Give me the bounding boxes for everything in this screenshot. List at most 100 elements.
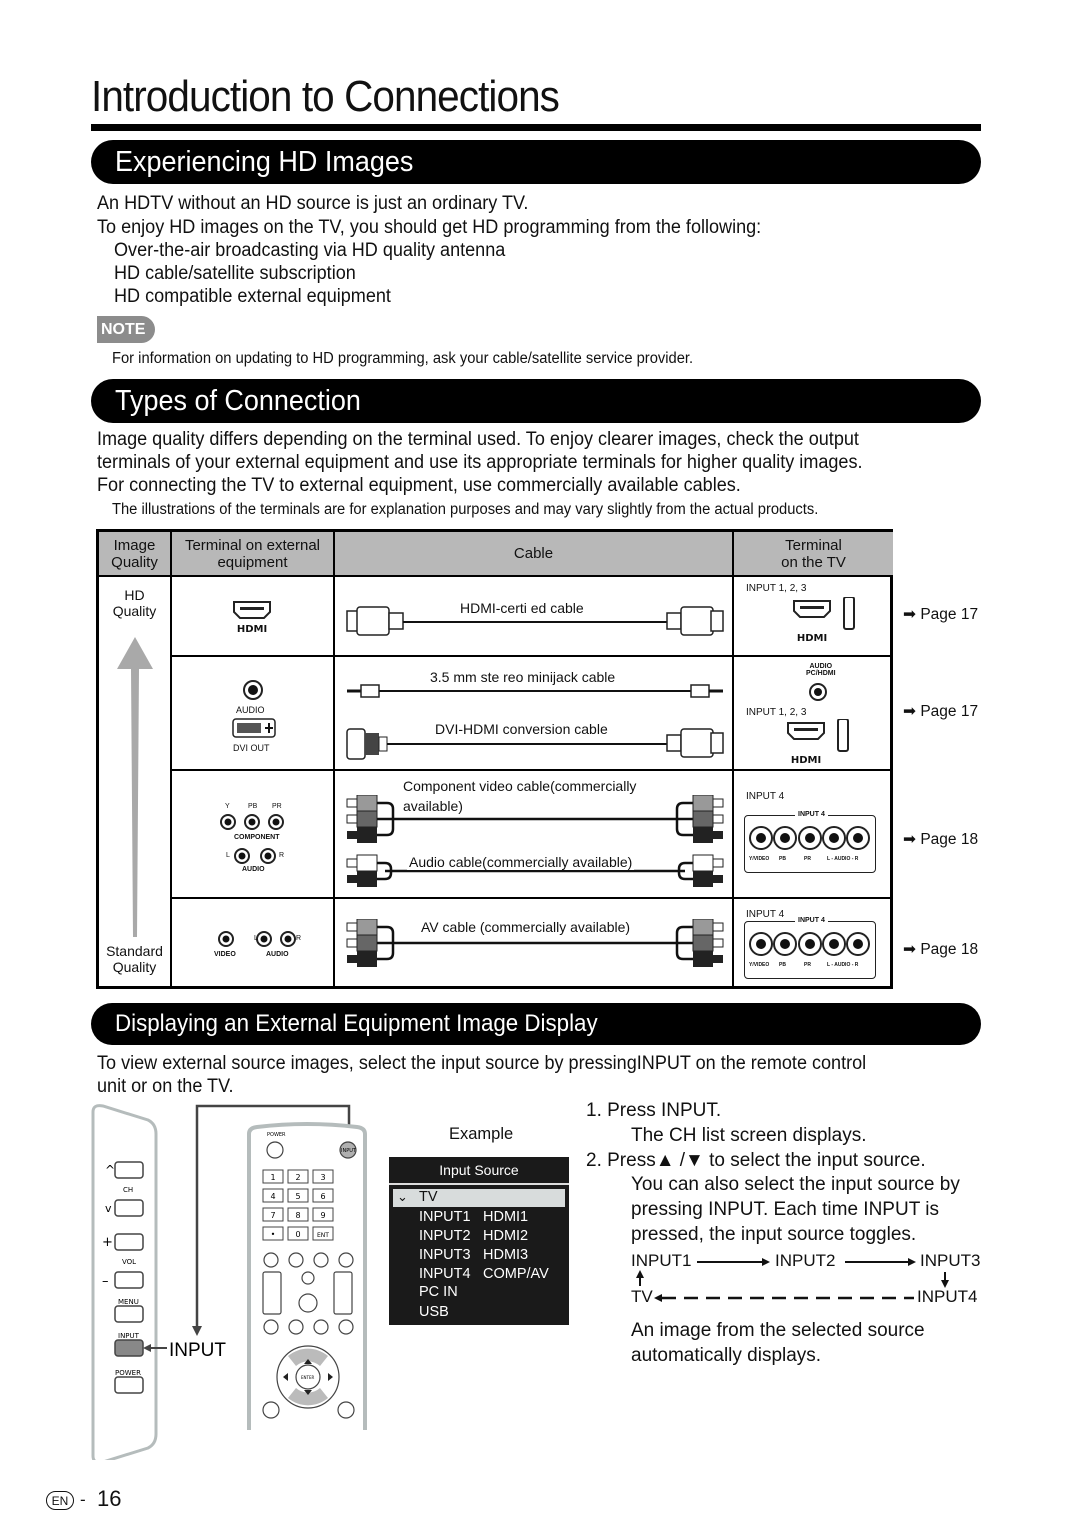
connection-table: Image Quality Terminal on external equipme… (96, 529, 893, 989)
menu-title: Input Source (389, 1157, 569, 1185)
ch-down-button[interactable] (114, 1199, 144, 1217)
menu-item-pc-in[interactable]: PC IN (419, 1284, 458, 1300)
button-label: INPUT (118, 1332, 140, 1340)
keypad-label: • (271, 1230, 276, 1239)
ch-up-icon: ^ (105, 1163, 115, 1177)
page-ref-link[interactable]: ➡ Page 17 (903, 702, 978, 721)
keypad-label: 6 (320, 1192, 325, 1201)
arrow-right-icon: ➡ (903, 703, 916, 720)
audio-label: AUDIO (266, 951, 289, 958)
input-button[interactable] (114, 1339, 144, 1357)
panel-label: L - AUDIO - R (827, 962, 859, 968)
vol-down-button[interactable] (114, 1271, 144, 1289)
remote-power-button[interactable] (266, 1141, 284, 1159)
types-paragraph-line: Image quality differs depending on the t… (97, 429, 859, 450)
row-component-external: Y PB PR COMPONENT L R AUDIO (172, 771, 335, 899)
page-ref-text: Page 18 (920, 831, 979, 848)
keypad-label: 1 (270, 1173, 275, 1182)
menu-item-input3[interactable]: INPUT3 (419, 1247, 471, 1263)
ch-up-button[interactable] (114, 1161, 144, 1179)
step-2-sub: pressed, the input source toggles. (631, 1224, 917, 1245)
plus-icon: + (102, 1235, 113, 1250)
quality-column: HD Quality Standard Quality (99, 577, 172, 986)
panel-label: PB (779, 856, 786, 862)
keypad-label: ENT (317, 1232, 329, 1239)
row-hdmi-external: HDMI (172, 577, 335, 657)
port-label: PR (272, 803, 282, 810)
page-number: 16 (97, 1486, 122, 1511)
tv-input-label: INPUT 1, 2, 3 (746, 583, 807, 594)
page-ref-link[interactable]: ➡ Page 18 (903, 830, 978, 849)
hd-source-item: HD compatible external equipment (114, 286, 391, 307)
label-text: PC/HDMI (806, 670, 836, 677)
label-text: Quality (112, 603, 157, 619)
page-ref-link[interactable]: ➡ Page 18 (903, 940, 978, 959)
audio-jack-icon (243, 680, 263, 700)
input-callout-label: INPUT (169, 1340, 226, 1361)
dvi-hdmi-cable-icon (346, 728, 724, 760)
cable-label: AV cable (commercially available) (419, 919, 633, 935)
menu-item-detail: HDMI3 (483, 1247, 529, 1263)
label-text: Quality (112, 959, 157, 975)
menu-item-input2[interactable]: INPUT2 (419, 1228, 471, 1244)
hdmi-logo: HDMI (237, 624, 267, 635)
label-text: AUDIO (809, 663, 833, 670)
component-jacks-icon (220, 814, 284, 830)
hdmi-port-icon: HDMI (233, 601, 271, 635)
panel-title: INPUT 4 (795, 811, 828, 818)
arrow-right-icon: ➡ (903, 941, 916, 958)
keypad-label: 4 (270, 1192, 275, 1201)
input-source-menu: Input Source ⌄ TV INPUT1 HDMI1 INPUT2 HD… (389, 1157, 569, 1325)
power-button[interactable] (114, 1376, 144, 1394)
tv-input-label: INPUT 1, 2, 3 (746, 707, 807, 718)
checkmark-icon: ⌄ (397, 1189, 408, 1204)
keypad-label: 0 (295, 1230, 300, 1239)
page-title: Introduction to Connections (91, 72, 560, 121)
audio-label: AUDIO (242, 866, 265, 873)
page-ref-link[interactable]: ➡ Page 17 (903, 605, 978, 624)
note-badge: NOTE (97, 316, 155, 343)
menu-item-usb[interactable]: USB (419, 1304, 449, 1320)
header-text: on the TV (781, 553, 846, 571)
header-text: Terminal on external (184, 536, 321, 554)
header-tv-terminal: Terminal on the TV (734, 532, 893, 577)
section-heading-display: Displaying an External Equipment Image D… (91, 1003, 981, 1045)
row-av-external: VIDEO L R AUDIO (172, 899, 335, 986)
display-intro-line: unit or on the TV. (97, 1076, 234, 1097)
tv-audio-jack-icon (809, 683, 827, 701)
menu-item-input1[interactable]: INPUT1 (419, 1209, 471, 1225)
language-badge: EN (46, 1491, 74, 1510)
header-text: Image (113, 536, 156, 554)
header-cable: Cable (335, 532, 734, 577)
hd-source-item: HD cable/satellite subscription (114, 263, 356, 284)
port-label: L (254, 935, 258, 942)
hd-quality-label: HD Quality (99, 587, 170, 619)
row-dvi-cable: 3.5 mm ste reo minijack cable DVI-HDMI c… (335, 657, 734, 771)
menu-button[interactable] (114, 1305, 144, 1323)
tv-input-label: INPUT 4 (746, 791, 785, 802)
menu-item-detail: HDMI1 (483, 1209, 529, 1225)
panel-label: L - AUDIO - R (827, 856, 859, 862)
menu-item-detail: COMP/AV (483, 1266, 549, 1282)
panel-title: INPUT 4 (795, 917, 828, 924)
cycle-arrows-icon (636, 1258, 949, 1302)
header-external-terminal: Terminal on external equipment (172, 532, 335, 577)
menu-item-tv[interactable]: TV (419, 1189, 438, 1205)
header-text: Quality (111, 553, 158, 571)
standard-quality-label: Standard Quality (99, 943, 170, 975)
hdmi-logo: HDMI (791, 755, 821, 766)
audio-label: AUDIO (236, 705, 265, 715)
arrow-right-icon: ➡ (903, 606, 916, 623)
button-label: VOL (122, 1258, 136, 1266)
vol-up-button[interactable] (114, 1233, 144, 1251)
button-label: CH (123, 1186, 133, 1194)
section-heading-types: Types of Connection (91, 379, 981, 423)
keypad-label: 9 (320, 1211, 325, 1220)
port-label: L (226, 852, 230, 859)
port-label: PB (248, 803, 258, 810)
panel-label: PB (779, 962, 786, 968)
hdmi-cable-icon (346, 606, 724, 636)
example-label: Example (449, 1125, 514, 1143)
menu-item-input4[interactable]: INPUT4 (419, 1266, 471, 1282)
tv-audio-label: AUDIO PC/HDMI (806, 663, 836, 677)
